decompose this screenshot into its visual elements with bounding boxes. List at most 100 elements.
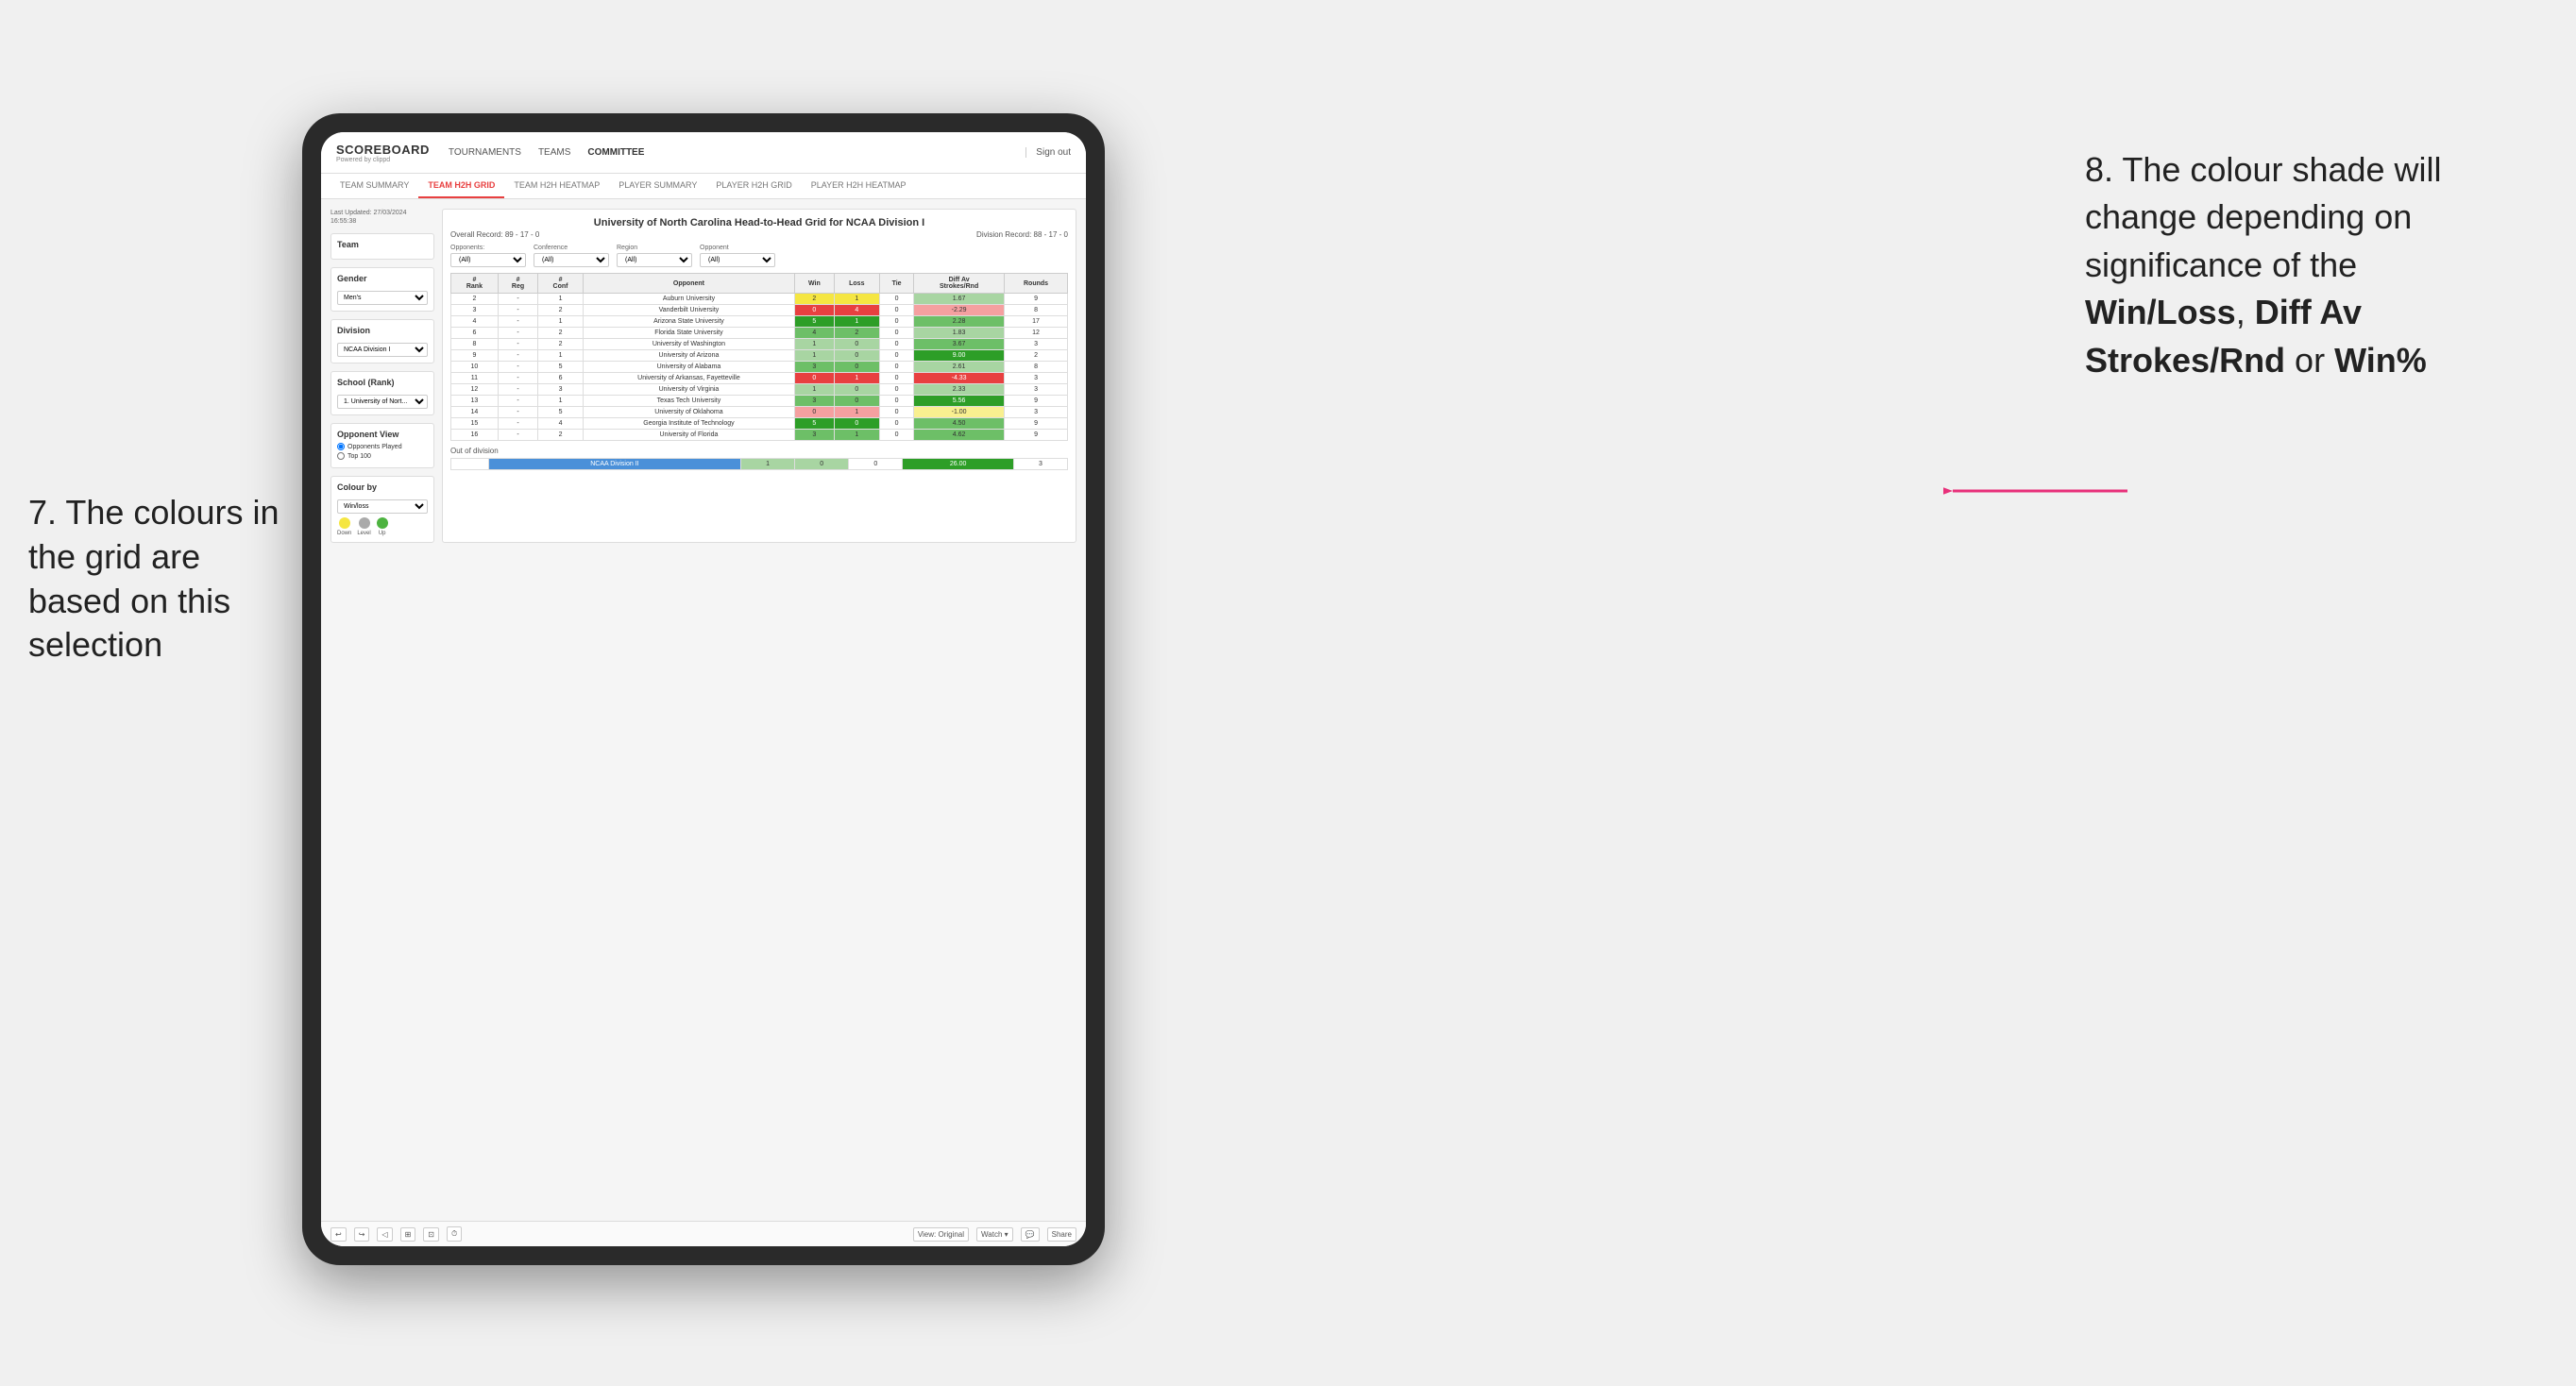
nav-committee[interactable]: COMMITTEE bbox=[587, 144, 644, 161]
legend-up: Up bbox=[377, 517, 388, 536]
conference-label: Conference bbox=[534, 245, 609, 251]
tab-team-h2h-heatmap[interactable]: TEAM H2H HEATMAP bbox=[504, 174, 609, 198]
opponents-played-option[interactable]: Opponents Played bbox=[337, 443, 428, 450]
cell-opponent: University of Alabama bbox=[583, 362, 794, 373]
opponent-select[interactable]: (All) bbox=[700, 253, 775, 267]
cell-diff: -4.33 bbox=[914, 373, 1005, 384]
cell-opponent: Texas Tech University bbox=[583, 396, 794, 407]
legend-down: Down bbox=[337, 517, 351, 536]
cell-win: 3 bbox=[795, 396, 835, 407]
top-100-option[interactable]: Top 100 bbox=[337, 452, 428, 460]
school-select[interactable]: 1. University of Nort... bbox=[337, 395, 428, 409]
cell-loss: 0 bbox=[834, 350, 879, 362]
cell-rounds: 9 bbox=[1005, 396, 1068, 407]
cell-conf: 1 bbox=[538, 294, 584, 305]
cell-diff: -2.29 bbox=[914, 305, 1005, 316]
ood-opponent: NCAA Division II bbox=[488, 459, 740, 470]
arrow-right bbox=[1943, 463, 2132, 519]
logo-text: SCOREBOARD bbox=[336, 143, 430, 157]
tools-btn[interactable]: ⊞ bbox=[400, 1227, 416, 1242]
dashboard-panel: Last Updated: 27/03/2024 16:55:38 Team G… bbox=[330, 209, 1076, 543]
conference-filter: Conference (All) bbox=[534, 245, 609, 267]
cell-opponent: Auburn University bbox=[583, 294, 794, 305]
nav-links: TOURNAMENTS TEAMS COMMITTEE bbox=[449, 144, 1025, 161]
region-select[interactable]: (All) bbox=[617, 253, 692, 267]
region-label: Region bbox=[617, 245, 692, 251]
legend-dot-level bbox=[359, 517, 370, 529]
filters-row: Opponents: (All) Conference (All) bbox=[450, 245, 1068, 267]
out-of-division-table: NCAA Division II 1 0 0 26.00 3 bbox=[450, 458, 1068, 470]
colour-by-select[interactable]: Win/loss bbox=[337, 499, 428, 514]
crop-btn[interactable]: ⊡ bbox=[423, 1227, 439, 1242]
undo-btn[interactable]: ↩ bbox=[330, 1227, 347, 1242]
cell-reg: - bbox=[498, 350, 537, 362]
cell-reg: - bbox=[498, 430, 537, 441]
cell-conf: 1 bbox=[538, 396, 584, 407]
opponents-select[interactable]: (All) bbox=[450, 253, 526, 267]
cell-tie: 0 bbox=[879, 384, 913, 396]
conference-select[interactable]: (All) bbox=[534, 253, 609, 267]
table-row: 6 - 2 Florida State University 4 2 0 1.8… bbox=[451, 328, 1068, 339]
grid-table: #Rank #Reg #Conf Opponent Win Loss Tie D… bbox=[450, 273, 1068, 441]
ood-rounds: 3 bbox=[1013, 459, 1067, 470]
annotation-winpct: Win% bbox=[2334, 341, 2427, 380]
team-label: Team bbox=[337, 240, 428, 249]
cell-tie: 0 bbox=[879, 328, 913, 339]
ood-win: 1 bbox=[741, 459, 795, 470]
cell-tie: 0 bbox=[879, 396, 913, 407]
ood-diff: 26.00 bbox=[903, 459, 1013, 470]
legend-row: Down Level Up bbox=[337, 517, 428, 536]
nav-tournaments[interactable]: TOURNAMENTS bbox=[449, 144, 521, 161]
tab-player-summary[interactable]: PLAYER SUMMARY bbox=[609, 174, 706, 198]
view-original-btn[interactable]: View: Original bbox=[913, 1227, 969, 1242]
cell-tie: 0 bbox=[879, 294, 913, 305]
annotation-left-text: 7. The colours in the grid are based on … bbox=[28, 493, 279, 664]
cell-win: 3 bbox=[795, 362, 835, 373]
cell-loss: 0 bbox=[834, 418, 879, 430]
cell-win: 0 bbox=[795, 407, 835, 418]
grid-title: University of North Carolina Head-to-Hea… bbox=[450, 217, 1068, 228]
region-filter: Region (All) bbox=[617, 245, 692, 267]
out-of-division-label: Out of division bbox=[450, 447, 1068, 455]
opponent-filter: Opponent (All) bbox=[700, 245, 775, 267]
sub-nav: TEAM SUMMARY TEAM H2H GRID TEAM H2H HEAT… bbox=[321, 174, 1086, 199]
grid-panel: University of North Carolina Head-to-Hea… bbox=[442, 209, 1076, 543]
cell-win: 5 bbox=[795, 418, 835, 430]
cell-diff: 2.61 bbox=[914, 362, 1005, 373]
tab-team-summary[interactable]: TEAM SUMMARY bbox=[330, 174, 418, 198]
out-of-division: Out of division NCAA Division II 1 0 0 2… bbox=[450, 447, 1068, 470]
nav-teams[interactable]: TEAMS bbox=[538, 144, 570, 161]
main-content: Last Updated: 27/03/2024 16:55:38 Team G… bbox=[321, 199, 1086, 1221]
tab-team-h2h-grid[interactable]: TEAM H2H GRID bbox=[418, 174, 504, 198]
clock-btn[interactable]: ⏱ bbox=[447, 1226, 462, 1242]
cell-diff: 4.50 bbox=[914, 418, 1005, 430]
cell-reg: - bbox=[498, 362, 537, 373]
comment-btn[interactable]: 💬 bbox=[1021, 1227, 1040, 1242]
cell-tie: 0 bbox=[879, 362, 913, 373]
back-btn[interactable]: ◁ bbox=[377, 1227, 392, 1242]
cell-opponent: University of Washington bbox=[583, 339, 794, 350]
cell-loss: 0 bbox=[834, 396, 879, 407]
cell-conf: 3 bbox=[538, 384, 584, 396]
cell-loss: 4 bbox=[834, 305, 879, 316]
sign-out-link[interactable]: Sign out bbox=[1025, 147, 1071, 158]
tab-player-h2h-grid[interactable]: PLAYER H2H GRID bbox=[706, 174, 801, 198]
cell-rank: 2 bbox=[451, 294, 499, 305]
cell-diff: 1.67 bbox=[914, 294, 1005, 305]
cell-loss: 1 bbox=[834, 407, 879, 418]
tablet-screen: SCOREBOARD Powered by clippd TOURNAMENTS… bbox=[321, 132, 1086, 1246]
team-section: Team bbox=[330, 233, 434, 260]
cell-tie: 0 bbox=[879, 350, 913, 362]
col-win: Win bbox=[795, 274, 835, 294]
division-select[interactable]: NCAA Division I bbox=[337, 343, 428, 357]
col-rounds: Rounds bbox=[1005, 274, 1068, 294]
cell-diff: 3.67 bbox=[914, 339, 1005, 350]
table-row: 8 - 2 University of Washington 1 0 0 3.6… bbox=[451, 339, 1068, 350]
share-btn[interactable]: Share bbox=[1047, 1227, 1076, 1242]
watch-btn[interactable]: Watch ▾ bbox=[976, 1227, 1013, 1242]
cell-rounds: 3 bbox=[1005, 407, 1068, 418]
redo-btn[interactable]: ↪ bbox=[354, 1227, 370, 1242]
tab-player-h2h-heatmap[interactable]: PLAYER H2H HEATMAP bbox=[802, 174, 916, 198]
cell-rank: 9 bbox=[451, 350, 499, 362]
gender-select[interactable]: Men's bbox=[337, 291, 428, 305]
